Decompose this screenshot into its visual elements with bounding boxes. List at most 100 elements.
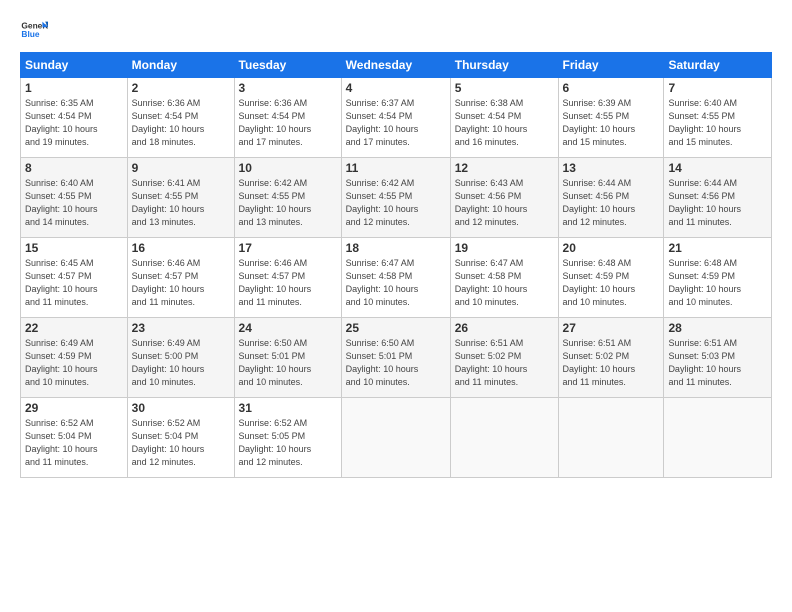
day-number: 17 [239, 241, 337, 255]
calendar-cell [664, 398, 772, 478]
day-number: 9 [132, 161, 230, 175]
day-info: Sunrise: 6:45 AM Sunset: 4:57 PM Dayligh… [25, 257, 123, 309]
calendar-cell: 17 Sunrise: 6:46 AM Sunset: 4:57 PM Dayli… [234, 238, 341, 318]
calendar-cell: 13 Sunrise: 6:44 AM Sunset: 4:56 PM Dayli… [558, 158, 664, 238]
day-info: Sunrise: 6:46 AM Sunset: 4:57 PM Dayligh… [239, 257, 337, 309]
day-number: 23 [132, 321, 230, 335]
day-info: Sunrise: 6:41 AM Sunset: 4:55 PM Dayligh… [132, 177, 230, 229]
day-number: 11 [346, 161, 446, 175]
calendar-cell: 2 Sunrise: 6:36 AM Sunset: 4:54 PM Daylig… [127, 78, 234, 158]
day-info: Sunrise: 6:42 AM Sunset: 4:55 PM Dayligh… [239, 177, 337, 229]
day-number: 18 [346, 241, 446, 255]
day-number: 13 [563, 161, 660, 175]
day-number: 21 [668, 241, 767, 255]
day-number: 19 [455, 241, 554, 255]
day-number: 3 [239, 81, 337, 95]
day-info: Sunrise: 6:38 AM Sunset: 4:54 PM Dayligh… [455, 97, 554, 149]
day-info: Sunrise: 6:44 AM Sunset: 4:56 PM Dayligh… [563, 177, 660, 229]
day-number: 26 [455, 321, 554, 335]
day-info: Sunrise: 6:51 AM Sunset: 5:03 PM Dayligh… [668, 337, 767, 389]
calendar-cell: 30Sunrise: 6:52 AM Sunset: 5:04 PM Dayli… [127, 398, 234, 478]
calendar-cell: 12Sunrise: 6:43 AM Sunset: 4:56 PM Dayli… [450, 158, 558, 238]
calendar-cell: 18 Sunrise: 6:47 AM Sunset: 4:58 PM Dayli… [341, 238, 450, 318]
calendar-cell: 31Sunrise: 6:52 AM Sunset: 5:05 PM Dayli… [234, 398, 341, 478]
calendar-header-saturday: Saturday [664, 53, 772, 78]
day-info: Sunrise: 6:36 AM Sunset: 4:54 PM Dayligh… [239, 97, 337, 149]
day-info: Sunrise: 6:37 AM Sunset: 4:54 PM Dayligh… [346, 97, 446, 149]
calendar-cell: 24 Sunrise: 6:50 AM Sunset: 5:01 PM Dayli… [234, 318, 341, 398]
calendar-table: SundayMondayTuesdayWednesdayThursdayFrid… [20, 52, 772, 478]
calendar-header-friday: Friday [558, 53, 664, 78]
calendar-cell: 6 Sunrise: 6:39 AM Sunset: 4:55 PM Daylig… [558, 78, 664, 158]
calendar-cell: 11 Sunrise: 6:42 AM Sunset: 4:55 PM Dayli… [341, 158, 450, 238]
day-info: Sunrise: 6:40 AM Sunset: 4:55 PM Dayligh… [668, 97, 767, 149]
calendar-cell: 19 Sunrise: 6:47 AM Sunset: 4:58 PM Dayli… [450, 238, 558, 318]
day-info: Sunrise: 6:36 AM Sunset: 4:54 PM Dayligh… [132, 97, 230, 149]
calendar-cell: 22Sunrise: 6:49 AM Sunset: 4:59 PM Dayli… [21, 318, 128, 398]
day-info: Sunrise: 6:35 AM Sunset: 4:54 PM Dayligh… [25, 97, 123, 149]
calendar-cell: 16 Sunrise: 6:46 AM Sunset: 4:57 PM Dayli… [127, 238, 234, 318]
day-info: Sunrise: 6:47 AM Sunset: 4:58 PM Dayligh… [346, 257, 446, 309]
calendar-cell: 8 Sunrise: 6:40 AM Sunset: 4:55 PM Daylig… [21, 158, 128, 238]
calendar-cell: 26 Sunrise: 6:51 AM Sunset: 5:02 PM Dayli… [450, 318, 558, 398]
day-number: 2 [132, 81, 230, 95]
svg-text:Blue: Blue [21, 29, 39, 39]
calendar-header-monday: Monday [127, 53, 234, 78]
calendar-cell [450, 398, 558, 478]
day-info: Sunrise: 6:52 AM Sunset: 5:05 PM Dayligh… [239, 417, 337, 469]
day-number: 10 [239, 161, 337, 175]
day-info: Sunrise: 6:49 AM Sunset: 5:00 PM Dayligh… [132, 337, 230, 389]
day-number: 4 [346, 81, 446, 95]
day-info: Sunrise: 6:48 AM Sunset: 4:59 PM Dayligh… [563, 257, 660, 309]
logo: General Blue [20, 16, 48, 44]
day-info: Sunrise: 6:48 AM Sunset: 4:59 PM Dayligh… [668, 257, 767, 309]
day-info: Sunrise: 6:50 AM Sunset: 5:01 PM Dayligh… [346, 337, 446, 389]
day-number: 7 [668, 81, 767, 95]
day-number: 28 [668, 321, 767, 335]
calendar-header-tuesday: Tuesday [234, 53, 341, 78]
calendar-cell: 3 Sunrise: 6:36 AM Sunset: 4:54 PM Daylig… [234, 78, 341, 158]
day-info: Sunrise: 6:46 AM Sunset: 4:57 PM Dayligh… [132, 257, 230, 309]
calendar-cell [558, 398, 664, 478]
calendar-cell: 21 Sunrise: 6:48 AM Sunset: 4:59 PM Dayli… [664, 238, 772, 318]
calendar-header-thursday: Thursday [450, 53, 558, 78]
day-info: Sunrise: 6:47 AM Sunset: 4:58 PM Dayligh… [455, 257, 554, 309]
day-number: 8 [25, 161, 123, 175]
calendar-cell: 14 Sunrise: 6:44 AM Sunset: 4:56 PM Dayli… [664, 158, 772, 238]
calendar-cell: 27 Sunrise: 6:51 AM Sunset: 5:02 PM Dayli… [558, 318, 664, 398]
day-info: Sunrise: 6:40 AM Sunset: 4:55 PM Dayligh… [25, 177, 123, 229]
day-info: Sunrise: 6:42 AM Sunset: 4:55 PM Dayligh… [346, 177, 446, 229]
day-number: 29 [25, 401, 123, 415]
day-number: 30 [132, 401, 230, 415]
calendar-cell: 23 Sunrise: 6:49 AM Sunset: 5:00 PM Dayli… [127, 318, 234, 398]
day-number: 1 [25, 81, 123, 95]
day-info: Sunrise: 6:39 AM Sunset: 4:55 PM Dayligh… [563, 97, 660, 149]
day-number: 14 [668, 161, 767, 175]
day-info: Sunrise: 6:43 AM Sunset: 4:56 PM Dayligh… [455, 177, 554, 229]
calendar-cell [341, 398, 450, 478]
day-info: Sunrise: 6:51 AM Sunset: 5:02 PM Dayligh… [563, 337, 660, 389]
day-number: 20 [563, 241, 660, 255]
calendar-cell: 29 Sunrise: 6:52 AM Sunset: 5:04 PM Dayli… [21, 398, 128, 478]
calendar-cell: 25Sunrise: 6:50 AM Sunset: 5:01 PM Dayli… [341, 318, 450, 398]
calendar-cell: 10 Sunrise: 6:42 AM Sunset: 4:55 PM Dayli… [234, 158, 341, 238]
calendar-header-wednesday: Wednesday [341, 53, 450, 78]
calendar-cell: 15 Sunrise: 6:45 AM Sunset: 4:57 PM Dayli… [21, 238, 128, 318]
calendar-cell: 20 Sunrise: 6:48 AM Sunset: 4:59 PM Dayli… [558, 238, 664, 318]
day-info: Sunrise: 6:51 AM Sunset: 5:02 PM Dayligh… [455, 337, 554, 389]
calendar-cell: 7 Sunrise: 6:40 AM Sunset: 4:55 PM Daylig… [664, 78, 772, 158]
day-number: 15 [25, 241, 123, 255]
day-number: 27 [563, 321, 660, 335]
day-number: 5 [455, 81, 554, 95]
day-number: 24 [239, 321, 337, 335]
calendar-cell: 1 Sunrise: 6:35 AM Sunset: 4:54 PM Daylig… [21, 78, 128, 158]
calendar-cell: 28 Sunrise: 6:51 AM Sunset: 5:03 PM Dayli… [664, 318, 772, 398]
day-number: 6 [563, 81, 660, 95]
day-info: Sunrise: 6:52 AM Sunset: 5:04 PM Dayligh… [25, 417, 123, 469]
calendar-cell: 4 Sunrise: 6:37 AM Sunset: 4:54 PM Daylig… [341, 78, 450, 158]
calendar-cell: 5 Sunrise: 6:38 AM Sunset: 4:54 PM Daylig… [450, 78, 558, 158]
day-info: Sunrise: 6:44 AM Sunset: 4:56 PM Dayligh… [668, 177, 767, 229]
day-info: Sunrise: 6:50 AM Sunset: 5:01 PM Dayligh… [239, 337, 337, 389]
day-info: Sunrise: 6:49 AM Sunset: 4:59 PM Dayligh… [25, 337, 123, 389]
day-number: 16 [132, 241, 230, 255]
